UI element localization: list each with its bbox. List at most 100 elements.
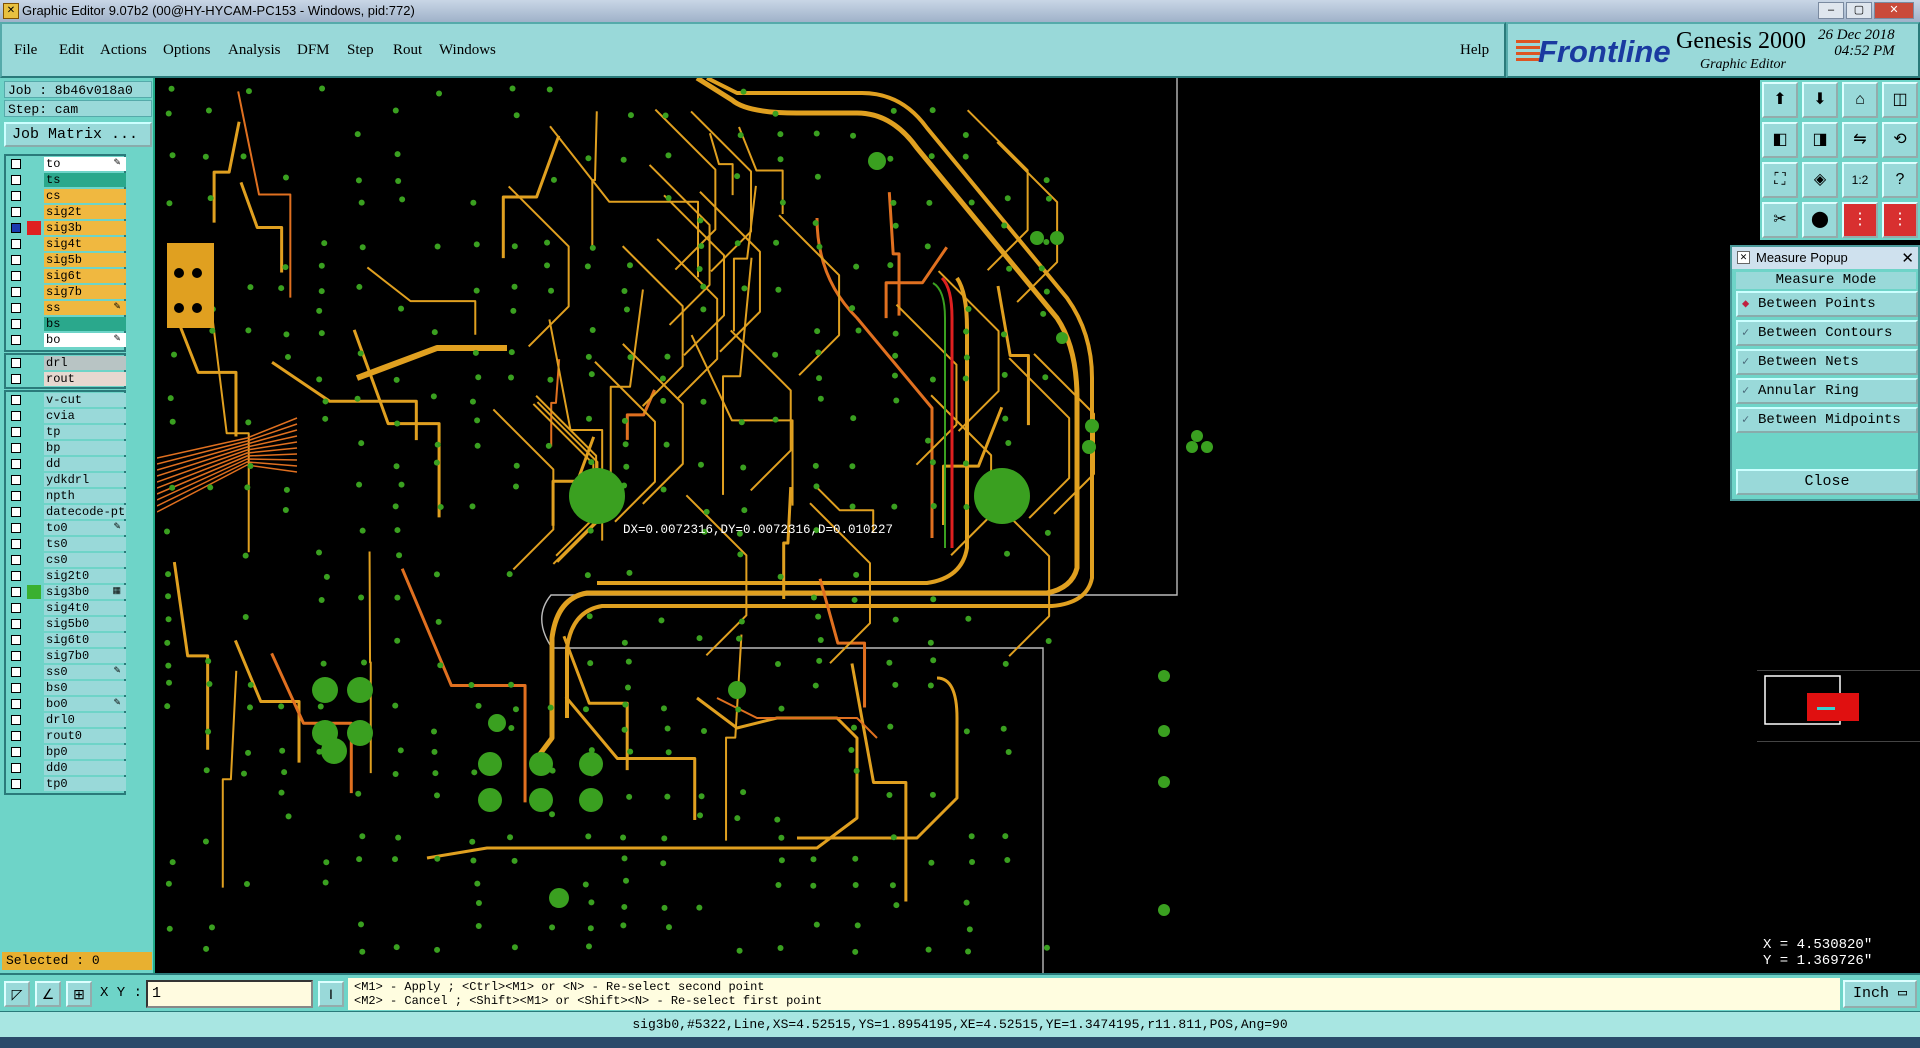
layer-checkbox[interactable] <box>11 779 21 789</box>
layer-name[interactable]: sig4t <box>44 237 126 251</box>
layer-checkbox[interactable] <box>11 287 21 297</box>
job-matrix-button[interactable]: Job Matrix ... <box>4 122 152 147</box>
layer-name[interactable]: sig2t0 <box>44 569 126 583</box>
layer-row-sig3b[interactable]: sig3b <box>6 220 126 236</box>
layer-name[interactable]: rout0 <box>44 729 126 743</box>
layer-checkbox[interactable] <box>11 475 21 485</box>
option-annular-ring[interactable]: ✓ Annular Ring <box>1736 378 1918 404</box>
measure-close-button[interactable]: Close <box>1736 469 1918 495</box>
layer-row-bo[interactable]: bo ✎ <box>6 332 126 348</box>
layer-checkbox[interactable] <box>11 459 21 469</box>
line-mode-icon[interactable]: ◸ <box>4 981 30 1007</box>
option-between-nets[interactable]: ✓ Between Nets <box>1736 349 1918 375</box>
layer-checkbox[interactable] <box>11 651 21 661</box>
angle-mode-icon[interactable]: ∠ <box>35 981 61 1007</box>
layer-row-bp[interactable]: bp <box>6 440 126 456</box>
layer-checkbox[interactable] <box>11 395 21 405</box>
layer-name[interactable]: sig5b <box>44 253 126 267</box>
layer-name[interactable]: ydkdrl <box>44 473 126 487</box>
layer-row-rout0[interactable]: rout0 <box>6 728 126 744</box>
layer-row-ss0[interactable]: ss0 ✎ <box>6 664 126 680</box>
window-close-button[interactable]: ✕ <box>1874 2 1914 19</box>
menu-help[interactable]: Help <box>1460 42 1489 59</box>
layer-row-sig7b0[interactable]: sig7b0 <box>6 648 126 664</box>
layer-row-cs[interactable]: cs <box>6 188 126 204</box>
layer-checkbox[interactable] <box>11 159 21 169</box>
overview-map[interactable] <box>1757 670 1920 742</box>
layer-name[interactable]: sig3b <box>44 221 126 235</box>
pan-left-icon[interactable]: ◧ <box>1762 122 1798 158</box>
layer-name[interactable]: ts <box>44 173 126 187</box>
layer-name[interactable]: npth <box>44 489 126 503</box>
layer-name[interactable]: cs <box>44 189 126 203</box>
layer-name[interactable]: bp <box>44 441 126 455</box>
grid-mode-icon[interactable]: ⊞ <box>66 981 92 1007</box>
layer-checkbox[interactable] <box>11 358 21 368</box>
layer-row-sig3b0[interactable]: sig3b0 ▦ <box>6 584 126 600</box>
layer-checkbox[interactable] <box>11 271 21 281</box>
layer-checkbox[interactable] <box>11 587 21 597</box>
layer-name[interactable]: dd0 <box>44 761 126 775</box>
layer-row-cs0[interactable]: cs0 <box>6 552 126 568</box>
layer-row-sig6t[interactable]: sig6t <box>6 268 126 284</box>
layer-checkbox[interactable] <box>11 555 21 565</box>
layer-name[interactable]: sig6t <box>44 269 126 283</box>
layer-row-sig2t0[interactable]: sig2t0 <box>6 568 126 584</box>
layer-row-sig5b[interactable]: sig5b <box>6 252 126 268</box>
layer-row-bo0[interactable]: bo0 ✎ <box>6 696 126 712</box>
layer-checkbox[interactable] <box>11 223 21 233</box>
layer-name[interactable]: sig7b <box>44 285 126 299</box>
snapshot-icon[interactable]: ⬇ <box>1802 82 1838 118</box>
redraw-icon[interactable]: ⟲ <box>1882 122 1918 158</box>
menu-actions[interactable]: Actions <box>100 42 147 59</box>
layer-row-drl0[interactable]: drl0 <box>6 712 126 728</box>
menu-windows[interactable]: Windows <box>439 42 496 59</box>
zoom-box-icon[interactable]: ◈ <box>1802 162 1838 198</box>
net-icon[interactable]: ⋮ <box>1842 202 1878 238</box>
layer-row-bp0[interactable]: bp0 <box>6 744 126 760</box>
layer-checkbox[interactable] <box>11 523 21 533</box>
layer-name[interactable]: drl0 <box>44 713 126 727</box>
layer-name[interactable]: cs0 <box>44 553 126 567</box>
layer-row-datecode-pt[interactable]: datecode-pt <box>6 504 126 520</box>
layer-row-ts0[interactable]: ts0 <box>6 536 126 552</box>
layer-row-sig7b[interactable]: sig7b <box>6 284 126 300</box>
layer-checkbox[interactable] <box>11 699 21 709</box>
layer-name[interactable]: sig2t <box>44 205 126 219</box>
option-between-midpoints[interactable]: ✓ Between Midpoints <box>1736 407 1918 433</box>
layer-name[interactable]: dd <box>44 457 126 471</box>
layer-checkbox[interactable] <box>11 715 21 725</box>
layer-checkbox[interactable] <box>11 239 21 249</box>
layer-checkbox[interactable] <box>11 731 21 741</box>
cut-icon[interactable]: ⬤ <box>1802 202 1838 238</box>
layer-checkbox[interactable] <box>11 175 21 185</box>
layer-checkbox[interactable] <box>11 335 21 345</box>
help-icon[interactable]: ? <box>1882 162 1918 198</box>
layer-checkbox[interactable] <box>11 491 21 501</box>
layer-row-sig4t[interactable]: sig4t <box>6 236 126 252</box>
layer-checkbox[interactable] <box>11 571 21 581</box>
zoom-step-icon[interactable]: ⇋ <box>1842 122 1878 158</box>
menu-edit[interactable]: Edit <box>59 42 84 59</box>
layer-name[interactable]: bs0 <box>44 681 126 695</box>
home-icon[interactable]: ⌂ <box>1842 82 1878 118</box>
layer-row-dd[interactable]: dd <box>6 456 126 472</box>
layer-checkbox[interactable] <box>11 619 21 629</box>
layer-row-ts[interactable]: ts <box>6 172 126 188</box>
layer-name[interactable]: sig7b0 <box>44 649 126 663</box>
layer-row-npth[interactable]: npth <box>6 488 126 504</box>
graphic-canvas[interactable]: DX=0.0072316,DY=0.0072316,D=0.010227 <box>157 78 1757 973</box>
layer-checkbox[interactable] <box>11 507 21 517</box>
layer-row-drl[interactable]: drl <box>6 355 126 371</box>
menu-dfm[interactable]: DFM <box>297 42 330 59</box>
layer-checkbox[interactable] <box>11 667 21 677</box>
layer-row-bs[interactable]: bs <box>6 316 126 332</box>
align-icon[interactable]: ⋮ <box>1882 202 1918 238</box>
layer-row-sig5b0[interactable]: sig5b0 <box>6 616 126 632</box>
menu-analysis[interactable]: Analysis <box>228 42 281 59</box>
menu-step[interactable]: Step <box>347 42 374 59</box>
layer-row-v-cut[interactable]: v-cut <box>6 392 126 408</box>
layer-checkbox[interactable] <box>11 319 21 329</box>
option-between-contours[interactable]: ✓ Between Contours <box>1736 320 1918 346</box>
layer-name[interactable]: cvia <box>44 409 126 423</box>
